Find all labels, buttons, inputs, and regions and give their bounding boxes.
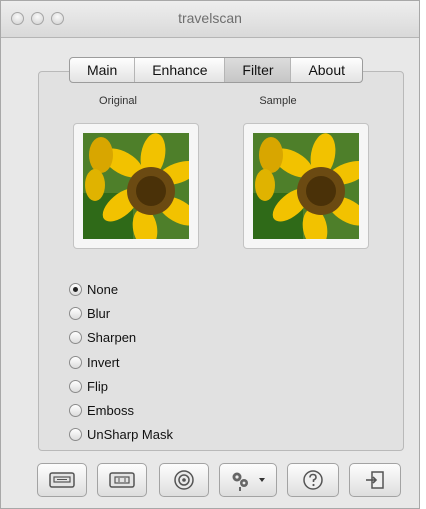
- radio-label: Flip: [87, 378, 108, 394]
- radio-label: Emboss: [87, 403, 134, 419]
- radio-option-emboss[interactable]: Emboss: [69, 398, 173, 422]
- help-button[interactable]: [287, 463, 339, 497]
- radio-label: None: [87, 281, 119, 297]
- radio-button[interactable]: [69, 282, 82, 296]
- radio-label: Sharpen: [87, 330, 137, 346]
- window-title: travelscan: [178, 10, 242, 26]
- radio-button[interactable]: [69, 355, 82, 369]
- exit-button[interactable]: [349, 463, 401, 497]
- camera-lens-icon: [174, 470, 194, 490]
- sunflower-image: [83, 133, 189, 239]
- settings-menu-button[interactable]: [219, 463, 277, 497]
- radio-button[interactable]: [69, 404, 82, 418]
- scan-alt-button[interactable]: [97, 463, 147, 497]
- radio-option-flip[interactable]: Flip: [69, 374, 173, 398]
- radio-button[interactable]: [69, 331, 82, 345]
- tab-enhance[interactable]: Enhance: [135, 58, 226, 82]
- exit-icon: [366, 471, 384, 489]
- original-preview: [73, 123, 199, 249]
- filter-radio-group: None Blur Sharpen Invert Flip Emboss UnS…: [69, 277, 173, 447]
- tab-bar: Main Enhance Filter About: [69, 57, 363, 83]
- tab-about[interactable]: About: [291, 58, 362, 82]
- radio-button[interactable]: [69, 428, 82, 442]
- settings-gear-icon: [232, 472, 248, 491]
- radio-option-none[interactable]: None: [69, 277, 173, 301]
- camera-button[interactable]: [159, 463, 209, 497]
- radio-option-invert[interactable]: Invert: [69, 350, 173, 374]
- tab-main[interactable]: Main: [70, 58, 136, 82]
- scanner-icon: [49, 472, 75, 488]
- original-label: Original: [99, 95, 137, 107]
- radio-button[interactable]: [69, 379, 82, 393]
- radio-label: UnSharp Mask: [87, 427, 173, 443]
- help-icon: [303, 470, 323, 490]
- scan-button[interactable]: [37, 463, 87, 497]
- title-bar: travelscan: [1, 1, 419, 38]
- radio-label: Blur: [87, 305, 111, 321]
- radio-option-sharpen[interactable]: Sharpen: [69, 326, 173, 350]
- dropdown-arrow-icon: [259, 478, 265, 482]
- radio-button[interactable]: [69, 306, 82, 320]
- app-window: travelscan Main Enhance Filter About Ori…: [0, 0, 420, 509]
- radio-option-blur[interactable]: Blur: [69, 301, 173, 325]
- tab-filter[interactable]: Filter: [225, 58, 292, 82]
- sunflower-image: [253, 133, 359, 239]
- sample-preview: [243, 123, 369, 249]
- sample-label: Sample: [259, 95, 297, 107]
- radio-option-unsharp-mask[interactable]: UnSharp Mask: [69, 423, 173, 447]
- radio-label: Invert: [87, 354, 120, 370]
- scanner-alt-icon: [109, 472, 135, 488]
